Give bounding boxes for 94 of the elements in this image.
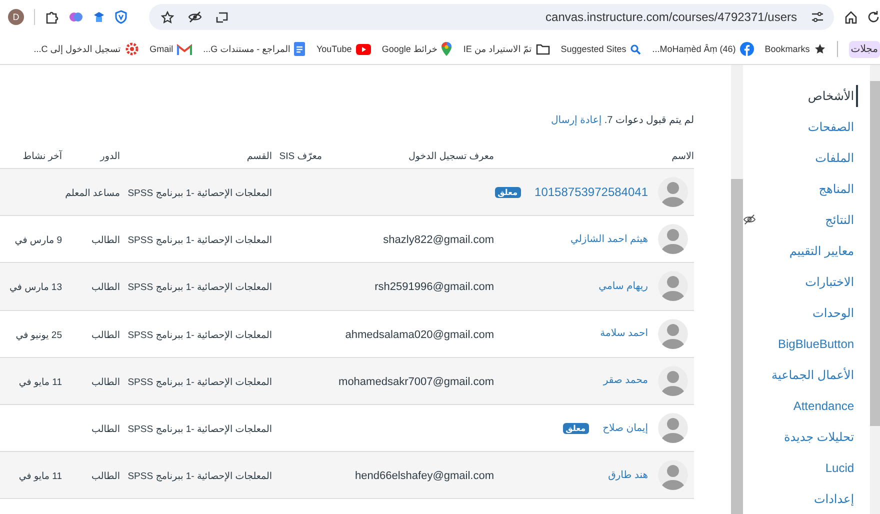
course-nav-link[interactable]: المناهج [818,182,854,196]
role-text: الطالب [92,330,120,341]
pending-badge: معلق [562,422,589,434]
login-id: rsh2591996@gmail.com [374,281,494,294]
last-activity: 13 مارس في [10,282,62,294]
star-icon [814,43,826,55]
login-id: ahmedsalama020@gmail.com [345,328,494,341]
course-nav-link[interactable]: إعدادات [814,492,854,506]
user-name-link[interactable]: 10158753972584041 [534,185,648,200]
section-name: المعلجات الإحصائية -1 ببرنامج SPSS [128,282,272,294]
course-nav-link[interactable]: الأشخاص [808,84,858,106]
login-id: shazly822@gmail.com [383,234,494,246]
folder-icon [536,43,550,55]
screen-icon[interactable] [216,10,229,24]
column-header: القسم [246,150,272,162]
course-nav-link[interactable]: الملفات [815,150,854,164]
bookmark-item[interactable]: Bookmarks [764,43,826,55]
bookmark-item[interactable]: المراجع - مستندات G... [203,42,306,56]
last-activity: 11 مايو في [18,471,62,482]
section-name: المعلجات الإحصائية -1 ببرنامج SPSS [128,471,272,482]
section-name: المعلجات الإحصائية -1 ببرنامج SPSS [128,376,272,388]
course-nav-link[interactable]: Lucid [825,460,854,474]
last-activity: 25 يونيو في [16,330,62,341]
user-name-link[interactable]: إيمان صلاح [602,422,648,434]
eye-off-icon[interactable] [188,11,202,23]
bookmark-item[interactable]: تسجيل الدخول إلى C... [34,42,139,56]
section-name: المعلجات الإحصائية -1 ببرنامج SPSS [128,424,272,436]
avatar-icon [658,460,688,490]
search-icon [630,44,642,54]
course-nav-link[interactable]: الصفحات [808,120,854,134]
course-nav-link[interactable]: تحليلات جديدة [784,430,854,444]
document-icon [294,42,306,56]
role-text: الطالب [92,471,120,482]
mail-icon [177,44,192,54]
last-activity: 11 مايو في [18,376,62,388]
star-icon[interactable] [161,10,174,24]
pending-badge: معلق [494,186,521,198]
role-text: مساعد المعلم [65,188,120,200]
bookmark-item[interactable]: Gmail [150,44,192,54]
bookmark-item[interactable]: تمّ الاستيراد من IE [463,43,550,55]
gear-icon [124,42,139,56]
role-text: الطالب [92,282,120,294]
invitation-notice: لم يتم قبول دعوات 7. إعادة إرسال [550,115,694,126]
home-icon[interactable] [844,10,858,24]
video-play-icon [356,44,371,54]
user-name-link[interactable]: ريهام سامي [598,280,648,292]
avatar-icon [658,177,688,208]
user-name-link[interactable]: هند طارق [608,470,648,481]
avatar-icon [658,318,688,349]
login-id: hend66elshafey@gmail.com [355,470,494,482]
address-bar[interactable]: canvas.instructure.com/courses/4792371/users [149,4,834,30]
course-nav-link[interactable]: معايير التقييم [789,244,854,258]
bookmark-folder[interactable]: مجلات [848,40,880,58]
user-name-link[interactable]: محمد صقر [603,375,648,386]
tune-icon[interactable] [811,11,824,23]
bookmark-item[interactable]: (46) MoHaṃèd Âṃ... [652,42,754,56]
bookmark-item[interactable]: خرائط Google [382,42,452,56]
course-nav-link[interactable]: الأعمال الجماعية [772,368,854,382]
avatar-icon [658,224,688,254]
column-header: الدور [98,150,120,162]
course-nav-link[interactable]: النتائج [825,212,854,226]
shield-icon[interactable] [115,10,127,24]
column-header: آخر نشاط [22,150,62,162]
column-header: الاسم [670,150,694,162]
section-name: المعلجات الإحصائية -1 ببرنامج SPSS [128,188,272,200]
user-name-link[interactable]: هيثم احمد الشازلي [570,234,648,245]
last-activity: 9 مارس في [14,235,62,246]
bookmark-item[interactable]: Suggested Sites [560,44,642,54]
map-pin-icon [441,42,452,56]
course-nav-link[interactable]: BigBlueButton [778,336,854,350]
avatar-icon [658,366,688,396]
section-name: المعلجات الإحصائية -1 ببرنامج SPSS [128,330,272,341]
column-header: معرف تسجيل الدخول [407,150,494,162]
role-text: الطالب [92,235,120,246]
avatar-icon [658,413,688,444]
scrollbar-thumb[interactable] [731,179,743,514]
bookmark-item[interactable]: YouTube [316,44,371,54]
profile-avatar[interactable]: D [8,9,24,25]
user-name-link[interactable]: احمد سلامة [600,328,648,340]
column-header: معرّف SIS [278,150,322,162]
login-id: mohamedsakr7007@gmail.com [338,376,494,388]
scrollbar-thumb[interactable] [870,81,880,426]
facebook-icon [740,42,754,56]
role-text: الطالب [92,424,120,436]
reload-icon[interactable] [868,10,880,24]
course-nav-link[interactable]: الاختبارات [805,274,854,288]
course-nav-link[interactable]: Attendance [793,398,854,412]
avatar-icon [658,271,688,302]
url-text: canvas.instructure.com/courses/4792371/users [546,10,797,24]
course-nav-link[interactable]: الوحدات [812,306,854,320]
role-text: الطالب [92,376,120,388]
puzzle-icon[interactable] [45,10,59,24]
section-name: المعلجات الإحصائية -1 ببرنامج SPSS [128,235,272,246]
resend-link[interactable]: إعادة إرسال [551,115,602,126]
